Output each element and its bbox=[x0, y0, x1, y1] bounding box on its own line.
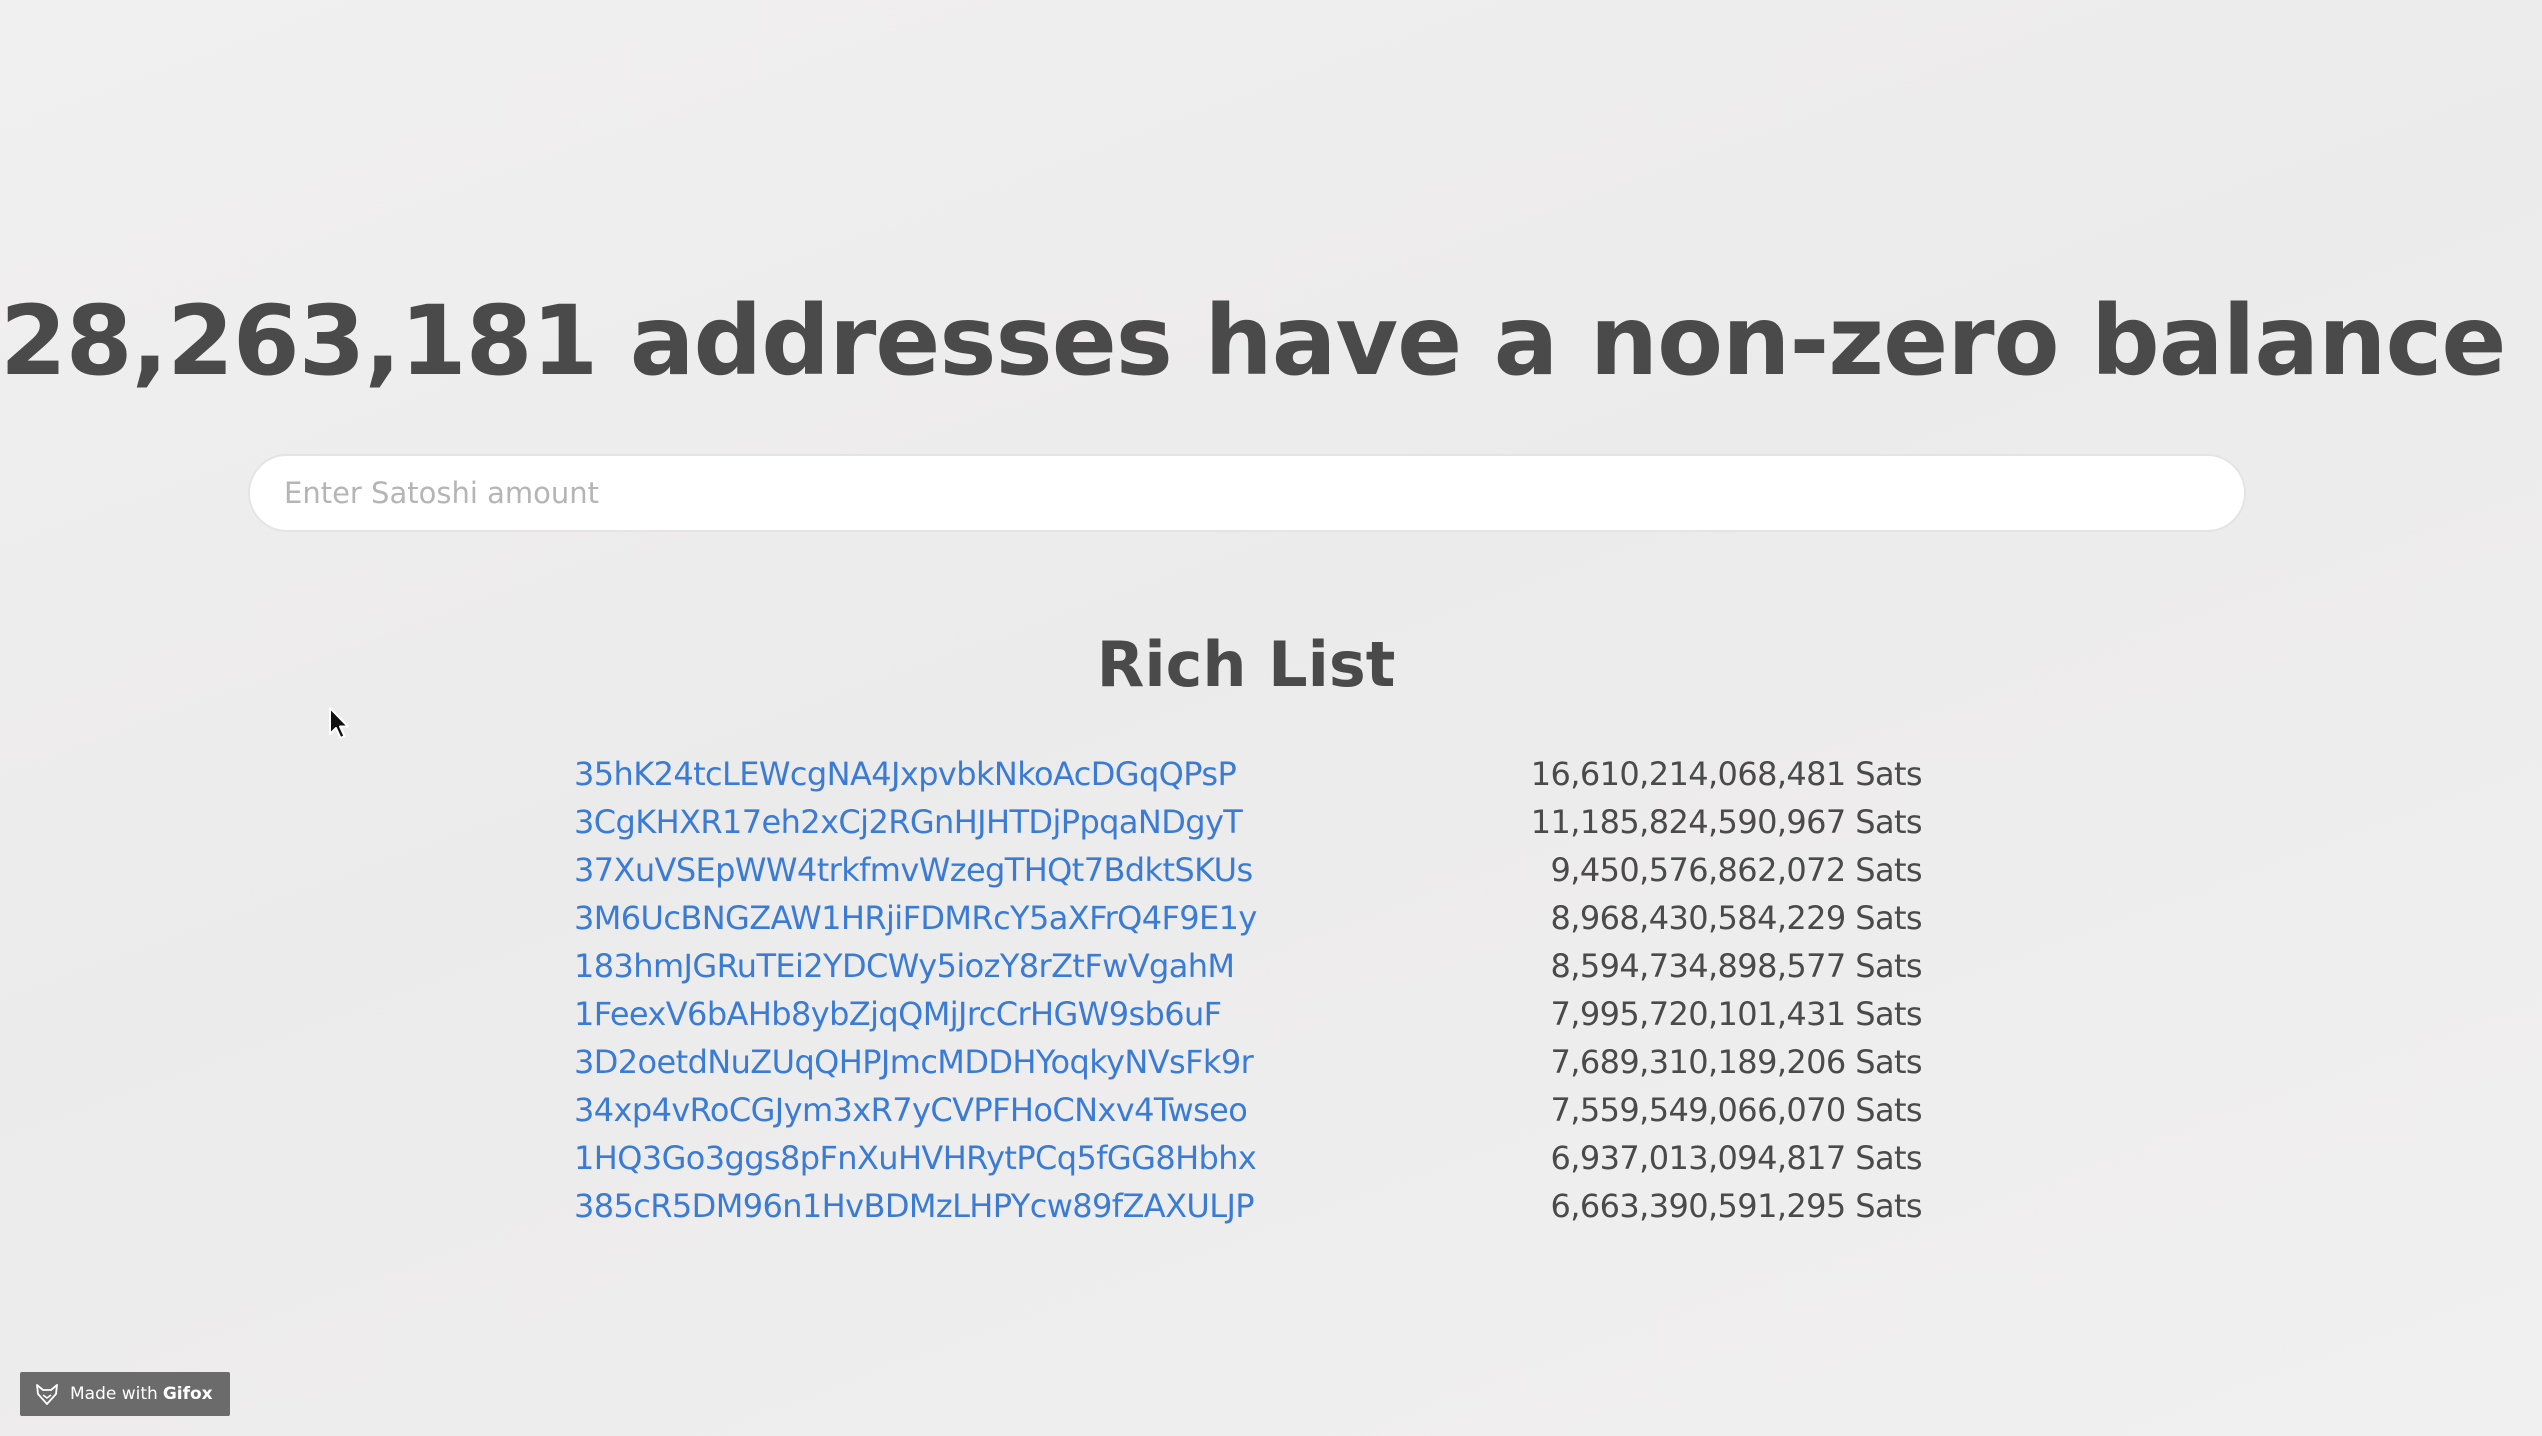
balance-amount: 7,689,310,189,206 Sats bbox=[1550, 1043, 1923, 1081]
badge-brand: Gifox bbox=[162, 1384, 213, 1404]
address-link[interactable]: 34xp4vRoCGJym3xR7yCVPFHoCNxv4Twseo bbox=[574, 1091, 1248, 1129]
list-item: 1FeexV6bAHb8ybZjqQMjJrcCrHGW9sb6uF 7,995… bbox=[574, 990, 1923, 1038]
search-box[interactable] bbox=[248, 454, 2246, 532]
address-link[interactable]: 1HQ3Go3ggs8pFnXuHVHRytPCq5fGG8Hbhx bbox=[574, 1139, 1257, 1177]
list-item: 3D2oetdNuZUqQHPJmcMDDHYoqkyNVsFk9r 7,689… bbox=[574, 1038, 1923, 1086]
address-link[interactable]: 385cR5DM96n1HvBDMzLHPYcw89fZAXULJP bbox=[574, 1187, 1255, 1225]
rich-list: 35hK24tcLEWcgNA4JxpvbkNkoAcDGqQPsP 16,61… bbox=[574, 750, 1923, 1230]
list-item: 34xp4vRoCGJym3xR7yCVPFHoCNxv4Twseo 7,559… bbox=[574, 1086, 1923, 1134]
balance-amount: 7,559,549,066,070 Sats bbox=[1550, 1091, 1923, 1129]
rich-list-title: Rich List bbox=[1096, 628, 1396, 701]
balance-amount: 9,450,576,862,072 Sats bbox=[1550, 851, 1923, 889]
address-link[interactable]: 35hK24tcLEWcgNA4JxpvbkNkoAcDGqQPsP bbox=[574, 755, 1237, 793]
address-link[interactable]: 183hmJGRuTEi2YDCWy5iozY8rZtFwVgahM bbox=[574, 947, 1235, 985]
balance-amount: 8,594,734,898,577 Sats bbox=[1550, 947, 1923, 985]
balance-amount: 16,610,214,068,481 Sats bbox=[1530, 755, 1923, 793]
address-link[interactable]: 3M6UcBNGZAW1HRjiFDMRcY5aXFrQ4F9E1y bbox=[574, 899, 1257, 937]
list-item: 35hK24tcLEWcgNA4JxpvbkNkoAcDGqQPsP 16,61… bbox=[574, 750, 1923, 798]
satoshi-amount-input[interactable] bbox=[250, 456, 2244, 530]
badge-prefix: Made with bbox=[70, 1384, 158, 1404]
balance-amount: 7,995,720,101,431 Sats bbox=[1550, 995, 1923, 1033]
balance-amount: 6,663,390,591,295 Sats bbox=[1550, 1187, 1923, 1225]
balance-amount: 6,937,013,094,817 Sats bbox=[1550, 1139, 1923, 1177]
mouse-pointer-icon bbox=[329, 707, 349, 739]
list-item: 385cR5DM96n1HvBDMzLHPYcw89fZAXULJP 6,663… bbox=[574, 1182, 1923, 1230]
address-link[interactable]: 3D2oetdNuZUqQHPJmcMDDHYoqkyNVsFk9r bbox=[574, 1043, 1254, 1081]
address-link[interactable]: 37XuVSEpWW4trkfmvWzegTHQt7BdktSKUs bbox=[574, 851, 1253, 889]
list-item: 3M6UcBNGZAW1HRjiFDMRcY5aXFrQ4F9E1y 8,968… bbox=[574, 894, 1923, 942]
list-item: 37XuVSEpWW4trkfmvWzegTHQt7BdktSKUs 9,450… bbox=[574, 846, 1923, 894]
list-item: 3CgKHXR17eh2xCj2RGnHJHTDjPpqaNDgyT 11,18… bbox=[574, 798, 1923, 846]
fox-icon bbox=[36, 1384, 58, 1405]
address-link[interactable]: 1FeexV6bAHb8ybZjqQMjJrcCrHGW9sb6uF bbox=[574, 995, 1222, 1033]
made-with-gifox-badge[interactable]: Made with Gifox bbox=[20, 1372, 230, 1416]
page-title: 28,263,181 addresses have a non-zero bal… bbox=[0, 285, 2507, 397]
address-link[interactable]: 3CgKHXR17eh2xCj2RGnHJHTDjPpqaNDgyT bbox=[574, 803, 1243, 841]
list-item: 183hmJGRuTEi2YDCWy5iozY8rZtFwVgahM 8,594… bbox=[574, 942, 1923, 990]
balance-amount: 11,185,824,590,967 Sats bbox=[1530, 803, 1923, 841]
list-item: 1HQ3Go3ggs8pFnXuHVHRytPCq5fGG8Hbhx 6,937… bbox=[574, 1134, 1923, 1182]
balance-amount: 8,968,430,584,229 Sats bbox=[1550, 899, 1923, 937]
